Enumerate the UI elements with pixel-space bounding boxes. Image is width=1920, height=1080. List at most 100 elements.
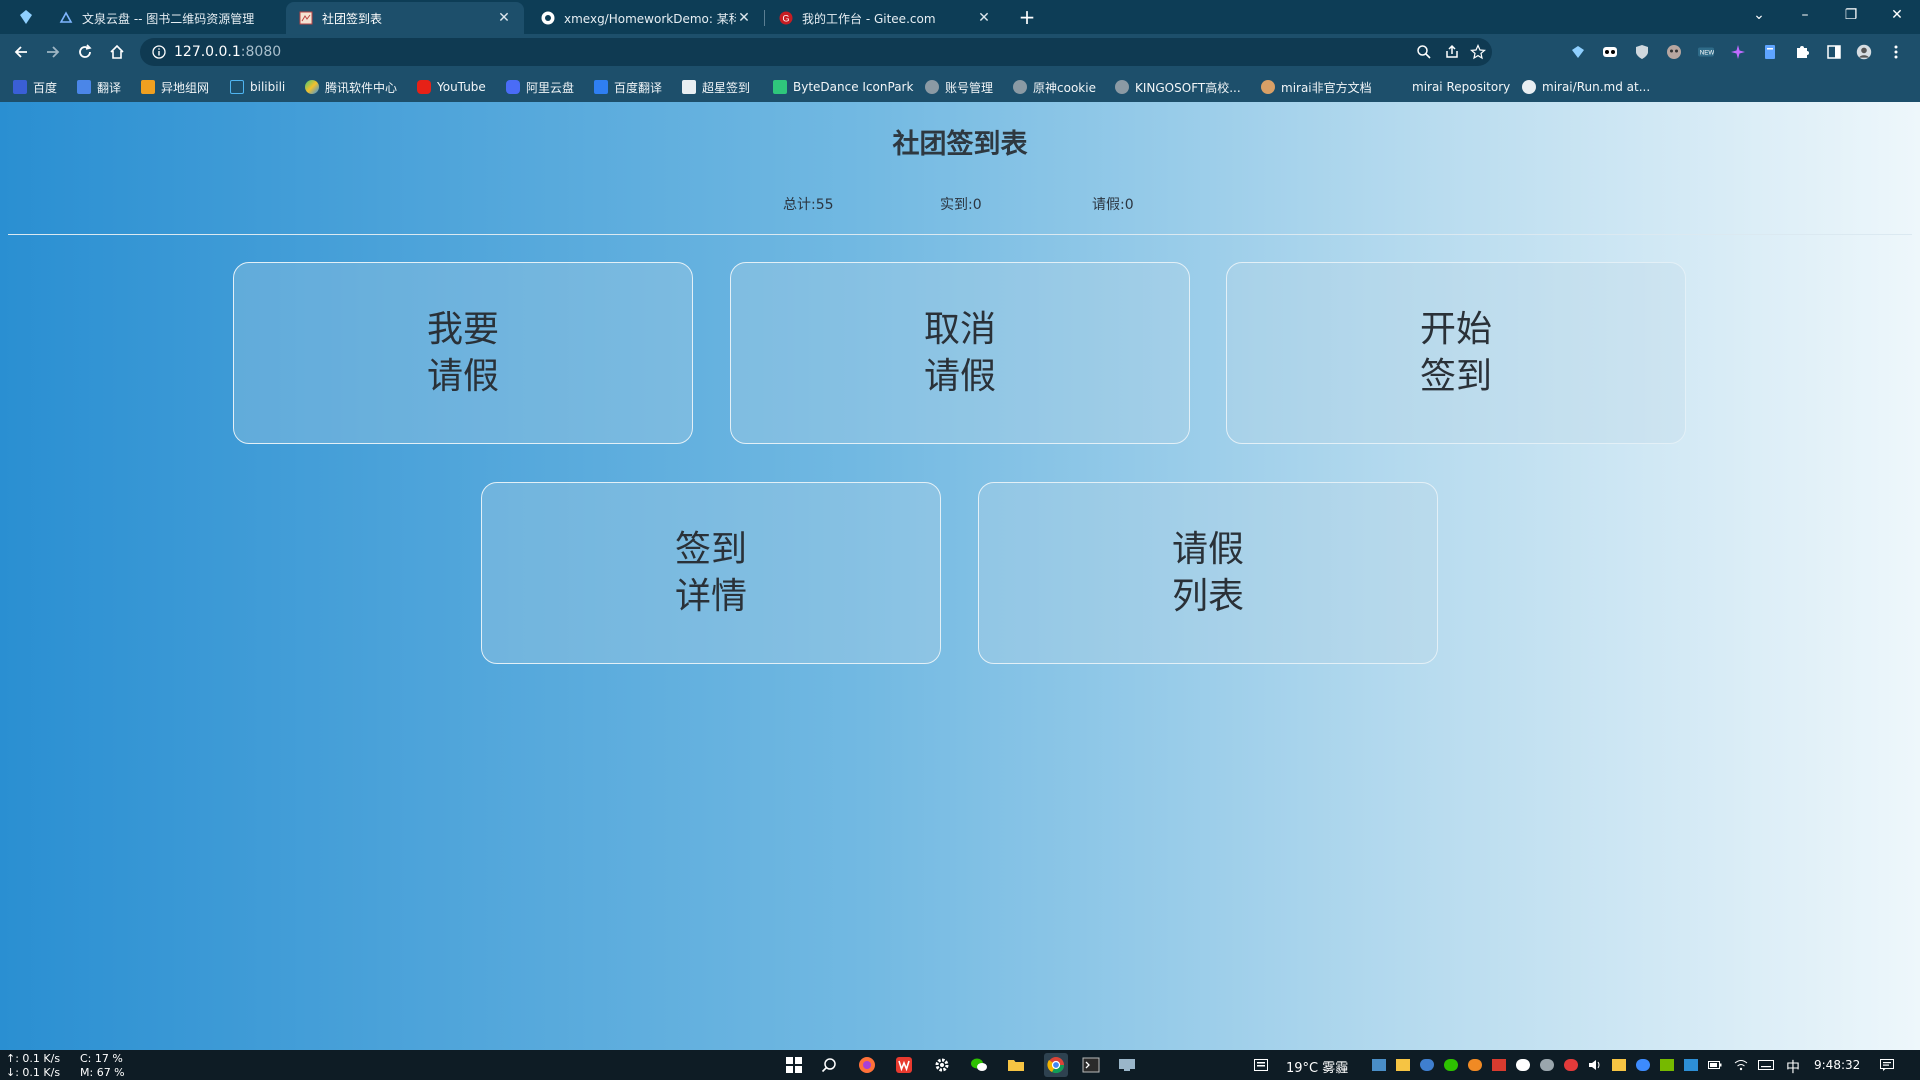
goggles-extension-icon[interactable] [1602, 44, 1618, 60]
document-extension-icon[interactable] [1762, 44, 1778, 60]
page-title: 社团签到表 [892, 129, 1028, 160]
tab-gitee[interactable]: G 我的工作台 - Gitee.com ✕ [766, 2, 1004, 34]
cancel-leave-button[interactable]: 取消 请假 [730, 262, 1190, 444]
tab-wenquan[interactable]: 文泉云盘 -- 图书二维码资源管理 ✕ [46, 2, 316, 34]
bookmark-label: 腾讯软件中心 [325, 80, 398, 95]
windows-start-icon[interactable] [785, 1056, 803, 1074]
diamond-extension-icon[interactable] [1570, 44, 1586, 60]
wifi-icon[interactable] [1734, 1059, 1748, 1071]
nvidia-icon[interactable] [1660, 1059, 1674, 1071]
tray-steam-icon[interactable] [1516, 1059, 1530, 1071]
battery-icon[interactable] [1708, 1059, 1722, 1071]
bookmark-mirai-run[interactable]: mirai/Run.md at... [1522, 78, 1650, 96]
menu-kebab-icon[interactable] [1888, 44, 1904, 60]
bookmark-remote-network[interactable]: 异地组网 [141, 78, 209, 96]
bookmark-youtube[interactable]: YouTube [417, 78, 486, 96]
baidu-translate-icon [594, 80, 608, 94]
back-icon[interactable] [9, 40, 33, 64]
signin-details-button[interactable]: 签到 详情 [481, 482, 941, 664]
clock[interactable]: 9:48:32 [1814, 1058, 1860, 1072]
bookmark-mirai-repository[interactable]: mirai Repository [1412, 78, 1510, 96]
baidu-icon [13, 80, 27, 94]
puzzle-icon[interactable] [1794, 44, 1810, 60]
site-info-icon[interactable] [152, 45, 166, 59]
zoom-icon[interactable] [1416, 44, 1432, 60]
minimize-icon[interactable]: – [1782, 0, 1828, 30]
close-icon[interactable]: ✕ [736, 10, 752, 26]
bookmark-label: 账号管理 [945, 80, 994, 95]
address-bar[interactable]: 127.0.0.1:8080 [140, 38, 1492, 66]
bookmark-star-icon[interactable] [1470, 44, 1486, 60]
volume-icon[interactable] [1588, 1059, 1602, 1071]
tray-shield-icon[interactable] [1420, 1059, 1434, 1071]
net-download-speed: ↓: 0.1 K/s [6, 1066, 61, 1079]
tray-app-icon[interactable] [1372, 1059, 1386, 1071]
svg-text:G: G [783, 14, 790, 24]
sparkle-extension-icon[interactable] [1730, 44, 1746, 60]
start-signin-button[interactable]: 开始 签到 [1226, 262, 1686, 444]
bookmark-kingosoft[interactable]: KINGOSOFT高校... [1115, 78, 1241, 96]
request-leave-button[interactable]: 我要 请假 [233, 262, 693, 444]
firefox-icon[interactable] [858, 1056, 876, 1074]
tray-search-icon[interactable] [1468, 1059, 1482, 1071]
bookmark-aliyun-drive[interactable]: 阿里云盘 [506, 78, 574, 96]
svg-text:NEW: NEW [1700, 50, 1714, 57]
globe-icon [925, 80, 939, 94]
bookmark-mirai-docs[interactable]: mirai非官方文档 [1261, 78, 1372, 96]
home-icon[interactable] [105, 40, 129, 64]
tray-antivirus-icon[interactable] [1564, 1059, 1578, 1071]
bookmark-translate[interactable]: 翻译 [77, 78, 121, 96]
bookmark-iconpark[interactable]: ByteDance IconPark [773, 78, 913, 96]
tab-github[interactable]: xmexg/HomeworkDemo: 某科 ✕ [528, 2, 764, 34]
file-explorer-icon[interactable] [1007, 1056, 1025, 1074]
tab-search-icon[interactable]: ⌄ [1736, 0, 1782, 30]
wechat-icon[interactable] [970, 1056, 988, 1074]
tray-app-icon[interactable] [1684, 1059, 1698, 1071]
leave-list-button[interactable]: 请假 列表 [978, 482, 1438, 664]
close-icon[interactable]: ✕ [976, 10, 992, 26]
terminal-icon[interactable] [1082, 1056, 1100, 1074]
new-badge-extension-icon[interactable]: NEW [1698, 44, 1714, 60]
net-upload-speed: ↑: 0.1 K/s [6, 1052, 61, 1065]
chrome-icon[interactable] [1044, 1053, 1068, 1077]
bookmark-baidu-translate[interactable]: 百度翻译 [594, 78, 662, 96]
diamond-icon[interactable] [18, 9, 34, 25]
weather-text[interactable]: 19°C 雾霾 [1286, 1057, 1348, 1076]
restore-icon[interactable]: ❐ [1828, 0, 1874, 30]
profile-avatar-icon[interactable] [1856, 44, 1872, 60]
tab-signin-sheet[interactable]: 社团签到表 ✕ [286, 2, 524, 34]
new-tab-button[interactable]: + [1016, 6, 1038, 28]
share-icon[interactable] [1444, 44, 1460, 60]
tray-folder-icon[interactable] [1396, 1059, 1410, 1071]
remote-desktop-icon[interactable] [1118, 1056, 1136, 1074]
url-text[interactable]: 127.0.0.1:8080 [174, 44, 281, 60]
tray-wechat-icon[interactable] [1444, 1059, 1458, 1071]
settings-gear-icon[interactable] [933, 1056, 951, 1074]
keyboard-icon[interactable] [1758, 1059, 1774, 1071]
tray-wps-icon[interactable] [1492, 1059, 1506, 1071]
close-window-icon[interactable]: ✕ [1874, 0, 1920, 30]
search-icon[interactable] [820, 1056, 838, 1074]
shield-icon[interactable] [1634, 44, 1650, 60]
tray-folder-icon[interactable] [1612, 1059, 1626, 1071]
side-panel-icon[interactable] [1826, 44, 1842, 60]
ghost-extension-icon[interactable] [1666, 44, 1682, 60]
reload-icon[interactable] [73, 40, 97, 64]
notification-icon[interactable] [1880, 1059, 1894, 1071]
wps-icon[interactable] [895, 1056, 913, 1074]
close-icon[interactable]: ✕ [496, 10, 512, 26]
tencent-icon [305, 80, 319, 94]
bookmark-baidu[interactable]: 百度 [13, 78, 57, 96]
bookmark-account-management[interactable]: 账号管理 [925, 78, 993, 96]
bookmark-genshin-cookie[interactable]: 原神cookie [1013, 78, 1096, 96]
news-widget-icon[interactable] [1254, 1059, 1268, 1071]
bookmark-label: 原神cookie [1033, 80, 1096, 95]
bookmark-bilibili[interactable]: bilibili [230, 78, 285, 96]
ime-indicator[interactable]: 中 [1786, 1057, 1800, 1077]
bookmark-chaoxing-signin[interactable]: 超星签到 [682, 78, 750, 96]
bookmark-tencent-software[interactable]: 腾讯软件中心 [305, 78, 397, 96]
github-icon [1522, 80, 1536, 94]
bluetooth-icon[interactable] [1636, 1059, 1650, 1071]
tray-clash-icon[interactable] [1540, 1059, 1554, 1071]
forward-icon[interactable] [41, 40, 65, 64]
